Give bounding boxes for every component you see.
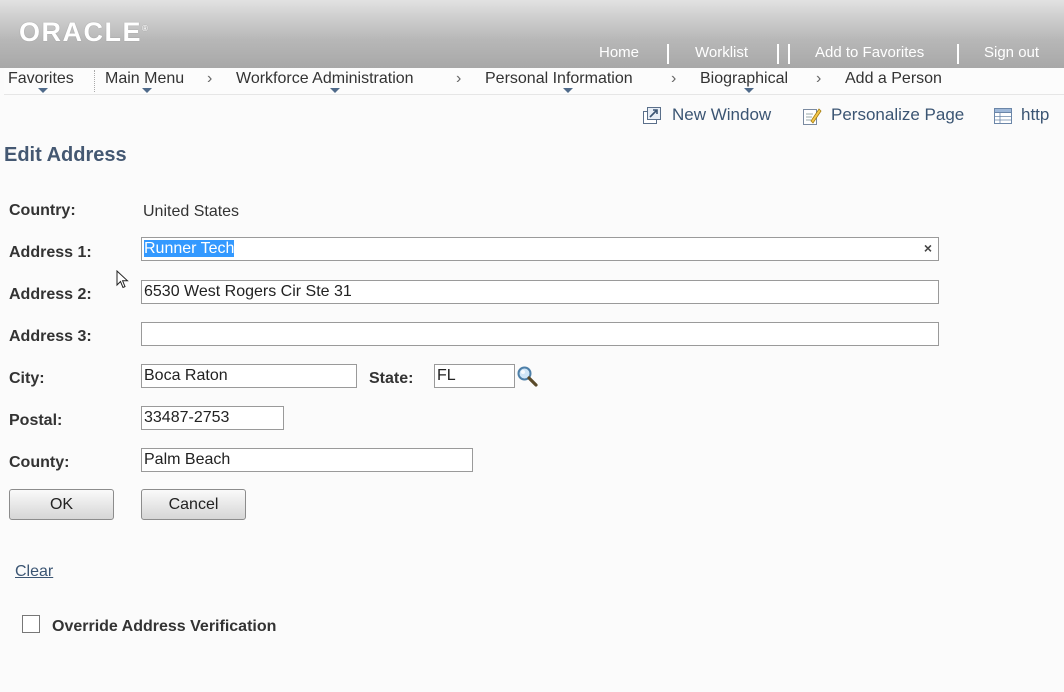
breadcrumb: Favorites Main Menu › Workforce Administ… xyxy=(4,68,1064,95)
http-link[interactable]: http xyxy=(993,105,1049,125)
grid-table-icon xyxy=(994,108,1012,124)
cancel-button[interactable]: Cancel xyxy=(141,489,246,520)
postal-label: Postal: xyxy=(9,412,63,429)
add-to-favorites-link[interactable]: Add to Favorites xyxy=(815,44,924,61)
nav-favorites[interactable]: Favorites xyxy=(8,70,74,88)
sign-out-link[interactable]: Sign out xyxy=(984,44,1039,61)
city-field[interactable]: Boca Raton xyxy=(141,364,357,388)
oracle-logo: ORACLE® xyxy=(19,17,148,47)
address1-field[interactable]: Runner Tech × xyxy=(141,237,939,261)
lookup-search-icon[interactable] xyxy=(516,365,538,387)
top-link-separator xyxy=(957,44,959,64)
clear-field-icon[interactable]: × xyxy=(924,238,932,258)
chevron-down-icon[interactable] xyxy=(38,88,48,93)
chevron-right-icon: › xyxy=(456,70,462,87)
personalize-pencil-icon xyxy=(803,108,822,125)
address2-field[interactable]: 6530 West Rogers Cir Ste 31 xyxy=(141,280,939,304)
clear-link[interactable]: Clear xyxy=(15,563,53,581)
county-field[interactable]: Palm Beach xyxy=(141,448,473,472)
address3-field[interactable] xyxy=(141,322,939,346)
state-label: State: xyxy=(369,370,414,387)
chevron-down-icon[interactable] xyxy=(142,88,152,93)
nav-personal-information[interactable]: Personal Information xyxy=(485,70,633,88)
state-field[interactable]: FL xyxy=(434,364,515,388)
page-title: Edit Address xyxy=(4,144,127,166)
ok-button[interactable]: OK xyxy=(9,489,114,520)
nav-divider xyxy=(94,70,95,92)
nav-main-menu[interactable]: Main Menu xyxy=(105,70,184,88)
chevron-right-icon: › xyxy=(816,70,822,87)
nav-workforce-administration[interactable]: Workforce Administration xyxy=(236,70,414,88)
address1-label: Address 1: xyxy=(9,244,92,261)
mouse-cursor-icon xyxy=(116,270,129,289)
address3-label: Address 3: xyxy=(9,328,92,345)
override-address-verification-checkbox[interactable] xyxy=(22,615,40,633)
chevron-down-icon[interactable] xyxy=(563,88,573,93)
new-window-label: New Window xyxy=(672,105,772,124)
city-label: City: xyxy=(9,370,45,387)
personalize-page-label: Personalize Page xyxy=(831,105,965,124)
country-value: United States xyxy=(143,203,240,220)
top-link-separator xyxy=(788,44,790,64)
county-label: County: xyxy=(9,454,70,471)
override-address-verification-label: Override Address Verification xyxy=(52,618,277,635)
home-link[interactable]: Home xyxy=(599,44,639,61)
worklist-link[interactable]: Worklist xyxy=(695,44,748,61)
app-header: ORACLE® Home Worklist Add to Favorites S… xyxy=(0,0,1064,68)
address2-label: Address 2: xyxy=(9,286,92,303)
top-link-separator xyxy=(777,44,779,64)
personalize-page-link[interactable]: Personalize Page xyxy=(802,105,964,125)
http-label: http xyxy=(1021,105,1050,124)
new-window-icon xyxy=(643,107,661,124)
country-label: Country: xyxy=(9,202,76,219)
chevron-down-icon[interactable] xyxy=(744,88,754,93)
chevron-down-icon[interactable] xyxy=(330,88,340,93)
address1-value: Runner Tech xyxy=(144,240,235,257)
chevron-right-icon: › xyxy=(671,70,677,87)
nav-biographical[interactable]: Biographical xyxy=(700,70,788,88)
nav-add-a-person: Add a Person xyxy=(845,70,942,87)
chevron-right-icon: › xyxy=(207,70,213,87)
new-window-link[interactable]: New Window xyxy=(642,105,771,125)
top-link-separator xyxy=(667,44,669,64)
postal-field[interactable]: 33487-2753 xyxy=(141,406,284,430)
